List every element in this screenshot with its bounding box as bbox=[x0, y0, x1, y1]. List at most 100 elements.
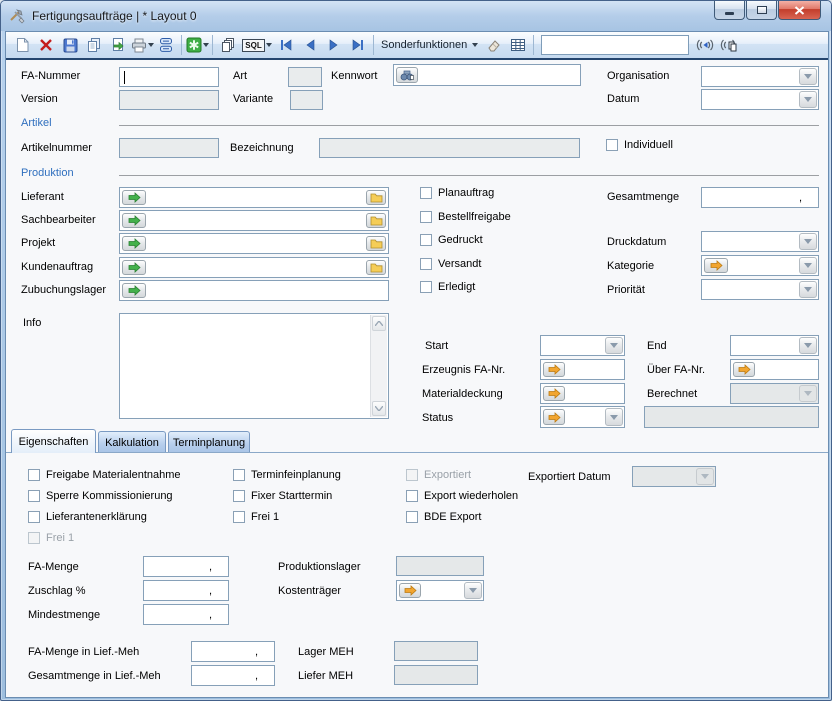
druckdatum-dropdown-button[interactable] bbox=[799, 233, 817, 250]
checkbox-box[interactable] bbox=[420, 281, 432, 293]
start-dropdown-button[interactable] bbox=[605, 337, 623, 354]
scroll-up-button[interactable] bbox=[372, 316, 386, 331]
status-dropdown-button[interactable] bbox=[605, 408, 623, 426]
projekt-folder-button[interactable] bbox=[366, 236, 386, 251]
print-dropdown-caret[interactable] bbox=[148, 43, 154, 47]
grid-view-button[interactable] bbox=[506, 34, 530, 56]
artikelnummer-input[interactable] bbox=[119, 138, 219, 158]
sql-dropdown-caret[interactable] bbox=[266, 43, 272, 47]
kategorie-go-button[interactable] bbox=[704, 258, 728, 273]
checkbox-box[interactable] bbox=[233, 469, 245, 481]
checkbox-box[interactable] bbox=[606, 139, 618, 151]
gesamtmenge-lief-input[interactable]: , bbox=[191, 665, 275, 686]
quick-search-input[interactable] bbox=[541, 35, 689, 55]
planauftrag-checkbox[interactable]: Planauftrag bbox=[420, 187, 494, 199]
zubuchungslager-input[interactable] bbox=[119, 280, 389, 301]
druckdatum-combo[interactable] bbox=[701, 231, 819, 252]
mindestmenge-input[interactable]: , bbox=[143, 604, 229, 625]
broadcast-pages-button[interactable] bbox=[717, 34, 741, 56]
projekt-go-button[interactable] bbox=[122, 236, 146, 251]
art-input[interactable] bbox=[288, 67, 322, 87]
lieferant-input[interactable] bbox=[119, 187, 389, 208]
materialdeckung-input[interactable] bbox=[540, 383, 625, 404]
kostentraeger-combo[interactable] bbox=[396, 580, 484, 601]
nav-first-button[interactable] bbox=[274, 34, 298, 56]
bestellfreigabe-checkbox[interactable]: Bestellfreigabe bbox=[420, 211, 511, 223]
new-record-button[interactable] bbox=[10, 34, 34, 56]
organisation-dropdown-button[interactable] bbox=[799, 68, 817, 85]
kennwort-input[interactable] bbox=[393, 64, 581, 86]
frei1-checkbox[interactable]: Frei 1 bbox=[233, 511, 279, 523]
version-input[interactable] bbox=[119, 90, 219, 110]
kategorie-dropdown-button[interactable] bbox=[799, 257, 817, 274]
prioritaet-combo[interactable] bbox=[701, 279, 819, 300]
sperre-kommissionierung-checkbox[interactable]: Sperre Kommissionierung bbox=[28, 490, 173, 502]
checkbox-box[interactable] bbox=[233, 511, 245, 523]
checkbox-box[interactable] bbox=[28, 511, 40, 523]
freigabe-materialentnahme-checkbox[interactable]: Freigabe Materialentnahme bbox=[28, 469, 181, 481]
start-combo[interactable] bbox=[540, 335, 625, 356]
sachbearbeiter-folder-button[interactable] bbox=[366, 213, 386, 228]
bde-export-checkbox[interactable]: BDE Export bbox=[406, 511, 481, 523]
nav-last-button[interactable] bbox=[346, 34, 370, 56]
projekt-input[interactable] bbox=[119, 233, 389, 254]
gesamtmenge-input[interactable]: , bbox=[701, 187, 819, 208]
layout-button[interactable] bbox=[154, 34, 178, 56]
special-green-button[interactable] bbox=[185, 34, 209, 56]
import-button[interactable] bbox=[106, 34, 130, 56]
datum-combo[interactable] bbox=[701, 89, 819, 110]
checkbox-box[interactable] bbox=[420, 187, 432, 199]
export-wiederholen-checkbox[interactable]: Export wiederholen bbox=[406, 490, 518, 502]
lieferantenerklaerung-checkbox[interactable]: Lieferantenerklärung bbox=[28, 511, 147, 523]
checkbox-box[interactable] bbox=[420, 258, 432, 270]
ueber-go-button[interactable] bbox=[733, 362, 755, 377]
kundenauftrag-folder-button[interactable] bbox=[366, 260, 386, 275]
minimize-button[interactable] bbox=[714, 1, 745, 20]
print-button[interactable] bbox=[130, 34, 154, 56]
terminfeinplanung-checkbox[interactable]: Terminfeinplanung bbox=[233, 469, 341, 481]
copy-button[interactable] bbox=[82, 34, 106, 56]
individuell-checkbox[interactable]: Individuell bbox=[606, 139, 673, 151]
fa-nummer-input[interactable] bbox=[119, 67, 219, 87]
fa-menge-input[interactable]: , bbox=[143, 556, 229, 577]
copies-button[interactable] bbox=[216, 34, 240, 56]
info-scrollbar[interactable] bbox=[370, 315, 387, 417]
erledigt-checkbox[interactable]: Erledigt bbox=[420, 281, 475, 293]
materialdeckung-go-button[interactable] bbox=[543, 386, 565, 401]
tab-kalkulation[interactable]: Kalkulation bbox=[98, 431, 166, 453]
gedruckt-checkbox[interactable]: Gedruckt bbox=[420, 234, 483, 246]
lieferant-go-button[interactable] bbox=[122, 190, 146, 205]
save-button[interactable] bbox=[58, 34, 82, 56]
restore-button[interactable] bbox=[746, 1, 777, 20]
broadcast-send-button[interactable] bbox=[693, 34, 717, 56]
prioritaet-dropdown-button[interactable] bbox=[799, 281, 817, 298]
checkbox-box[interactable] bbox=[420, 234, 432, 246]
status-combo[interactable] bbox=[540, 406, 625, 428]
fixer-starttermin-checkbox[interactable]: Fixer Starttermin bbox=[233, 490, 332, 502]
erzeugnis-go-button[interactable] bbox=[543, 362, 565, 377]
kostentraeger-go-button[interactable] bbox=[399, 583, 421, 598]
close-button[interactable] bbox=[778, 1, 821, 20]
zuschlag-input[interactable]: , bbox=[143, 580, 229, 601]
checkbox-box[interactable] bbox=[28, 469, 40, 481]
versandt-checkbox[interactable]: Versandt bbox=[420, 258, 481, 270]
kostentraeger-dropdown-button[interactable] bbox=[464, 582, 482, 599]
checkbox-box[interactable] bbox=[28, 490, 40, 502]
variante-input[interactable] bbox=[290, 90, 323, 110]
sql-button[interactable]: SQL bbox=[240, 34, 274, 56]
scroll-down-button[interactable] bbox=[372, 401, 386, 416]
clear-button[interactable] bbox=[482, 34, 506, 56]
kategorie-combo[interactable] bbox=[701, 255, 819, 276]
kundenauftrag-go-button[interactable] bbox=[122, 260, 146, 275]
datum-dropdown-button[interactable] bbox=[799, 91, 817, 108]
tab-terminplanung[interactable]: Terminplanung bbox=[168, 431, 250, 453]
checkbox-box[interactable] bbox=[420, 211, 432, 223]
checkbox-box[interactable] bbox=[406, 490, 418, 502]
nav-next-button[interactable] bbox=[322, 34, 346, 56]
sachbearbeiter-go-button[interactable] bbox=[122, 213, 146, 228]
zubuchungslager-go-button[interactable] bbox=[122, 283, 146, 298]
end-dropdown-button[interactable] bbox=[799, 337, 817, 354]
kundenauftrag-input[interactable] bbox=[119, 257, 389, 278]
sachbearbeiter-input[interactable] bbox=[119, 210, 389, 231]
status-go-button[interactable] bbox=[543, 409, 565, 425]
